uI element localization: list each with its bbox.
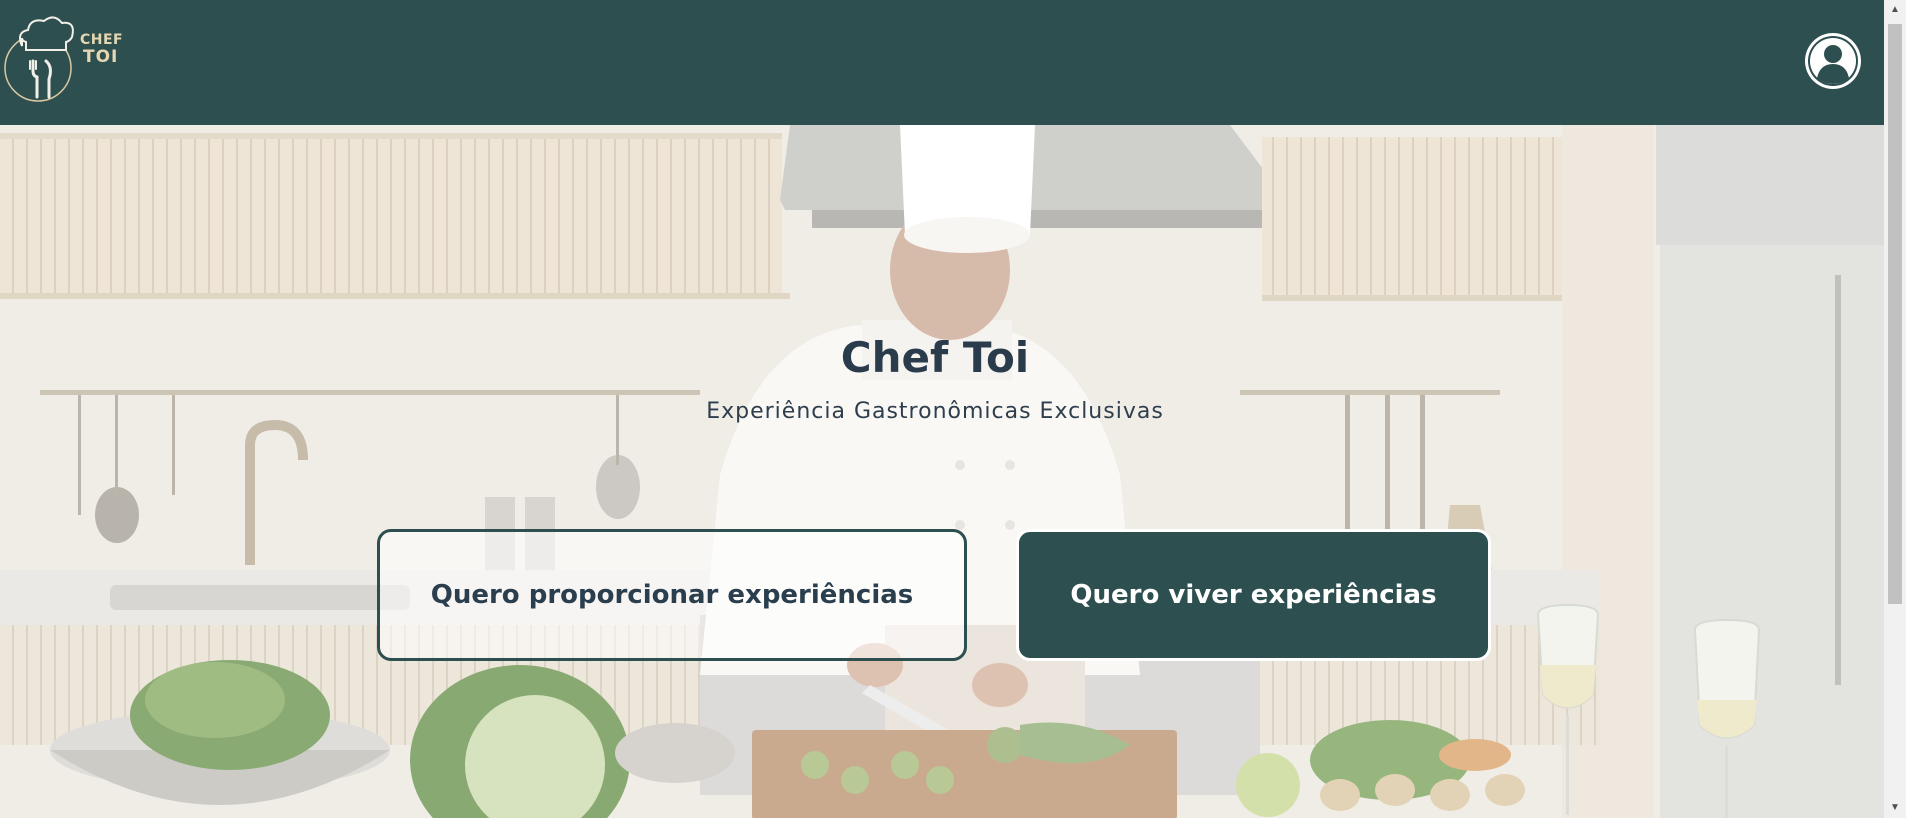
scroll-up-arrow-icon[interactable]: ▲	[1889, 4, 1901, 16]
live-experiences-button[interactable]: Quero viver experiências	[1016, 529, 1491, 661]
provide-experiences-button[interactable]: Quero proporcionar experiências	[377, 529, 967, 661]
user-avatar-icon	[1808, 36, 1858, 86]
logo-line-chef: CHEF	[80, 32, 124, 48]
scrollbar-thumb[interactable]	[1888, 24, 1902, 604]
vertical-scrollbar[interactable]: ▲ ▼	[1884, 0, 1906, 818]
hero-section: Chef Toi Experiência Gastronômicas Exclu…	[0, 125, 1884, 818]
kitchen-background-image	[0, 125, 1884, 818]
chef-toi-logo[interactable]: CHEF TOI	[4, 14, 124, 106]
profile-button[interactable]	[1805, 33, 1861, 89]
hero-subtitle: Experiência Gastronômicas Exclusivas	[706, 399, 1164, 424]
top-header: CHEF TOI	[0, 0, 1884, 125]
scroll-down-arrow-icon[interactable]: ▼	[1889, 802, 1901, 814]
logo-line-toi: TOI	[83, 47, 119, 68]
logo-text: CHEF TOI	[80, 32, 123, 68]
hero-title: Chef Toi	[840, 333, 1030, 382]
